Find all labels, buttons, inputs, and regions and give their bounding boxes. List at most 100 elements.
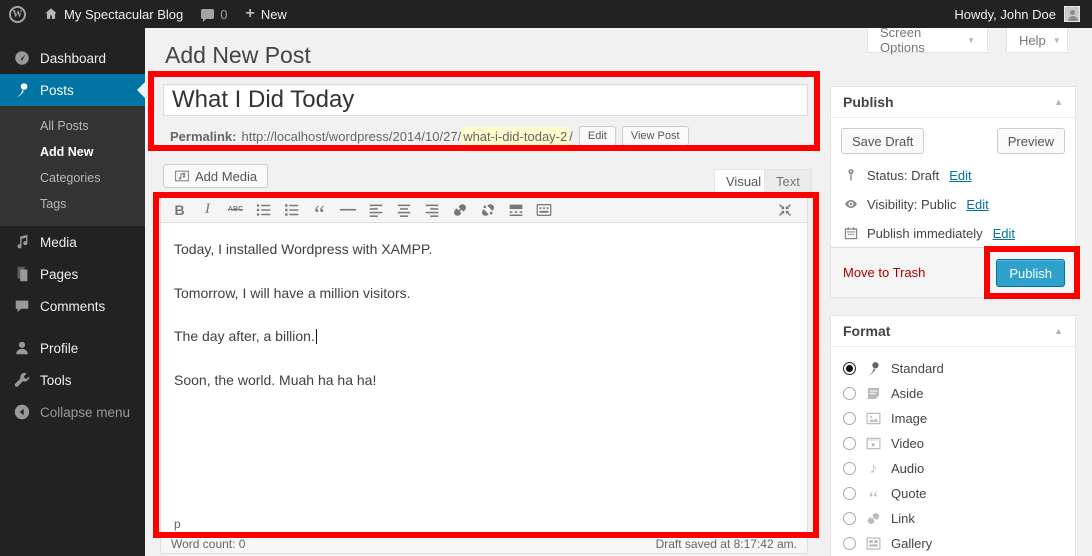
submenu-all-posts[interactable]: All Posts [0, 113, 145, 139]
distraction-free-button[interactable] [772, 198, 797, 222]
bullet-list-button[interactable] [251, 198, 276, 222]
strikethrough-button[interactable]: ABC [223, 198, 248, 222]
image-icon [865, 410, 882, 427]
format-panel-header[interactable]: Format ▲ [831, 316, 1075, 347]
align-center-button[interactable] [391, 198, 416, 222]
numbered-list-button[interactable] [279, 198, 304, 222]
sidebar-item-label: Tools [40, 373, 72, 388]
format-option-standard[interactable]: Standard [843, 356, 1063, 381]
quote-icon: “ [865, 485, 882, 502]
sidebar-item-media[interactable]: Media [0, 226, 145, 258]
media-icon [174, 168, 190, 184]
editor-paragraph[interactable]: The day after, a billion. [174, 327, 794, 347]
move-to-trash-link[interactable]: Move to Trash [843, 265, 925, 280]
radio-standard[interactable] [843, 362, 856, 375]
admin-bar: W My Spectacular Blog 0 + New Howdy, Joh… [0, 0, 1092, 28]
publish-panel-header[interactable]: Publish ▲ [831, 87, 1075, 118]
sidebar-item-pages[interactable]: Pages [0, 258, 145, 290]
format-option-label: Gallery [891, 536, 932, 551]
new-content-link[interactable]: + New [236, 0, 295, 28]
horizontal-rule-button[interactable]: — [335, 198, 360, 222]
publish-panel: Publish ▲ Save Draft Preview Status: Dra… [830, 86, 1076, 298]
publish-button[interactable]: Publish [996, 259, 1065, 287]
radio-quote[interactable] [843, 487, 856, 500]
sidebar-item-posts[interactable]: Posts [0, 74, 145, 106]
save-draft-button[interactable]: Save Draft [841, 128, 924, 154]
toolbar-toggle-button[interactable] [531, 198, 556, 222]
insert-link-button[interactable] [447, 198, 472, 222]
format-option-quote[interactable]: “ Quote [843, 481, 1063, 506]
permalink-label: Permalink: [170, 129, 236, 144]
help-label: Help [1019, 33, 1046, 48]
sidebar-item-profile[interactable]: Profile [0, 332, 145, 364]
comment-bubble-icon [201, 9, 214, 19]
permalink-row: Permalink: http://localhost/wordpress/20… [170, 125, 689, 147]
home-icon [44, 7, 58, 21]
panel-toggle-icon[interactable]: ▲ [1054, 97, 1063, 107]
format-panel: Format ▲ Standard Aside [830, 315, 1076, 556]
plus-icon: + [245, 6, 254, 22]
panel-toggle-icon[interactable]: ▲ [1054, 326, 1063, 336]
format-option-label: Quote [891, 486, 926, 501]
radio-audio[interactable] [843, 462, 856, 475]
edit-visibility-link[interactable]: Edit [966, 197, 988, 212]
editor-paragraph[interactable]: Soon, the world. Muah ha ha ha! [174, 371, 794, 391]
bold-button[interactable]: B [167, 198, 192, 222]
editor-paragraph[interactable]: Today, I installed Wordpress with XAMPP. [174, 240, 794, 260]
sidebar-item-dashboard[interactable]: Dashboard [0, 42, 145, 74]
format-option-label: Link [891, 511, 915, 526]
status-label: Status: Draft [867, 168, 939, 183]
media-icon [13, 233, 31, 251]
preview-button[interactable]: Preview [997, 128, 1065, 154]
word-count: Word count: 0 [171, 537, 245, 551]
sidebar-item-comments[interactable]: Comments [0, 290, 145, 322]
format-option-gallery[interactable]: Gallery [843, 531, 1063, 556]
align-right-button[interactable] [419, 198, 444, 222]
format-option-link[interactable]: Link [843, 506, 1063, 531]
tab-text[interactable]: Text [764, 169, 812, 193]
editor-content-area[interactable]: Today, I installed Wordpress with XAMPP.… [161, 223, 807, 518]
sidebar-item-tools[interactable]: Tools [0, 364, 145, 396]
radio-gallery[interactable] [843, 537, 856, 550]
my-account-link[interactable]: Howdy, John Doe [954, 0, 1092, 28]
editor-element-path[interactable]: p [161, 518, 807, 531]
radio-video[interactable] [843, 437, 856, 450]
edit-schedule-link[interactable]: Edit [993, 226, 1015, 241]
submenu-tags[interactable]: Tags [0, 191, 145, 217]
format-panel-title: Format [843, 323, 890, 339]
comments-admin-bar-link[interactable]: 0 [192, 0, 236, 28]
italic-button[interactable]: I [195, 198, 220, 222]
add-media-button[interactable]: Add Media [163, 164, 268, 188]
sidebar-item-label: Collapse menu [40, 405, 130, 420]
screen-options-button[interactable]: Screen Options ▼ [867, 28, 988, 53]
format-option-audio[interactable]: ♪ Audio [843, 456, 1063, 481]
post-title-input[interactable] [163, 84, 808, 116]
radio-image[interactable] [843, 412, 856, 425]
format-option-label: Standard [891, 361, 944, 376]
format-option-image[interactable]: Image [843, 406, 1063, 431]
format-option-video[interactable]: Video [843, 431, 1063, 456]
radio-link[interactable] [843, 512, 856, 525]
help-button[interactable]: Help ▼ [1006, 28, 1068, 53]
site-name-link[interactable]: My Spectacular Blog [35, 0, 192, 28]
edit-status-link[interactable]: Edit [949, 168, 971, 183]
align-left-button[interactable] [363, 198, 388, 222]
editor-paragraph[interactable]: Tomorrow, I will have a million visitors… [174, 284, 794, 304]
more-tag-button[interactable] [503, 198, 528, 222]
sidebar-item-label: Pages [40, 267, 78, 282]
edit-permalink-button[interactable]: Edit [579, 126, 616, 146]
sidebar-item-label: Profile [40, 341, 78, 356]
radio-aside[interactable] [843, 387, 856, 400]
format-option-aside[interactable]: Aside [843, 381, 1063, 406]
submenu-categories[interactable]: Categories [0, 165, 145, 191]
page-title: Add New Post [165, 42, 311, 69]
submenu-add-new[interactable]: Add New [0, 139, 145, 165]
view-post-button[interactable]: View Post [622, 126, 689, 146]
pages-icon [13, 265, 31, 283]
remove-link-button[interactable] [475, 198, 500, 222]
wp-logo-menu[interactable]: W [0, 0, 35, 28]
blockquote-button[interactable]: “ [307, 198, 332, 222]
sidebar-item-collapse-menu[interactable]: Collapse menu [0, 396, 145, 428]
text-cursor [316, 329, 317, 344]
autosave-message: Draft saved at 8:17:42 am. [656, 537, 797, 551]
